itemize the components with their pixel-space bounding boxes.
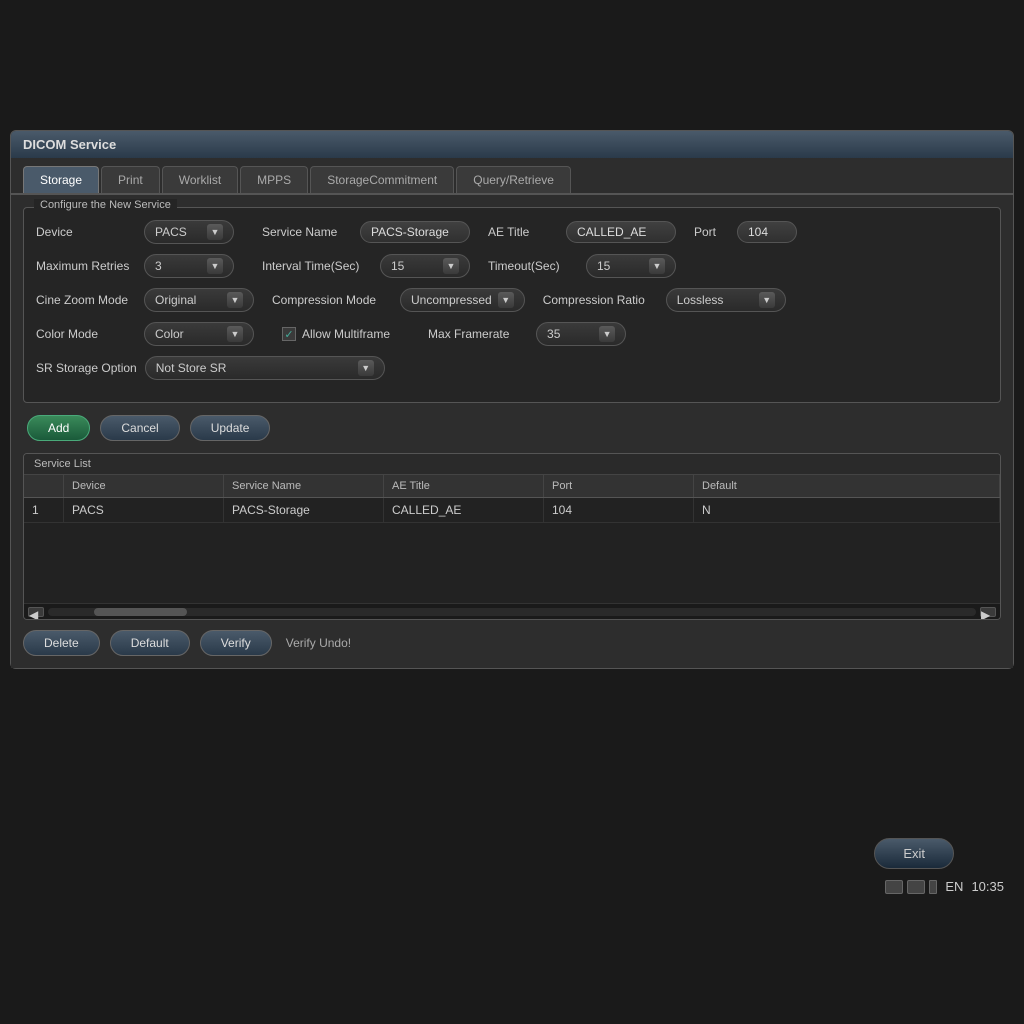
content-area: Configure the New Service Device PACS ▼ … [11, 195, 1013, 668]
horizontal-scrollbar[interactable]: ◀ ▶ [24, 603, 1000, 619]
device-value: PACS [155, 225, 187, 239]
col-service-name: Service Name [224, 475, 384, 497]
form-row-5: SR Storage Option Not Store SR ▼ [36, 356, 988, 380]
cine-zoom-arrow: ▼ [227, 292, 243, 308]
tab-storage[interactable]: Storage [23, 166, 99, 193]
row-device: PACS [64, 498, 224, 522]
table-row[interactable]: 1 PACS PACS-Storage CALLED_AE 104 N [24, 498, 1000, 523]
color-mode-label: Color Mode [36, 327, 136, 341]
bottom-buttons: Delete Default Verify Verify Undo! [23, 630, 1001, 656]
sr-storage-arrow: ▼ [358, 360, 374, 376]
update-button[interactable]: Update [190, 415, 271, 441]
status-time: 10:35 [971, 879, 1004, 894]
service-list-section: Service List Device Service Name AE Titl… [23, 453, 1001, 620]
col-device: Device [64, 475, 224, 497]
scroll-right-btn[interactable]: ▶ [980, 607, 996, 617]
form-row-1: Device PACS ▼ Service Name PACS-Storage … [36, 220, 988, 244]
max-retries-arrow: ▼ [207, 258, 223, 274]
tab-queryretrieve[interactable]: Query/Retrieve [456, 166, 571, 193]
interval-time-label: Interval Time(Sec) [262, 259, 372, 273]
device-dropdown-arrow: ▼ [207, 224, 223, 240]
form-row-2: Maximum Retries 3 ▼ Interval Time(Sec) 1… [36, 254, 988, 278]
device-label: Device [36, 225, 136, 239]
compression-mode-dropdown[interactable]: Uncompressed ▼ [400, 288, 525, 312]
default-button[interactable]: Default [110, 630, 190, 656]
row-service-name: PACS-Storage [224, 498, 384, 522]
row-ae-title: CALLED_AE [384, 498, 544, 522]
color-mode-arrow: ▼ [227, 326, 243, 342]
status-lang: EN [945, 879, 963, 894]
scrollbar-thumb[interactable] [94, 608, 187, 616]
port-label: Port [694, 225, 729, 239]
exit-button[interactable]: Exit [874, 838, 954, 869]
monitor-icon [907, 880, 925, 894]
form-row-4: Color Mode Color ▼ ✓ Allow Multiframe Ma… [36, 322, 988, 346]
delete-button[interactable]: Delete [23, 630, 100, 656]
tab-storagecommitment[interactable]: StorageCommitment [310, 166, 454, 193]
compression-ratio-arrow: ▼ [759, 292, 775, 308]
configure-section: Configure the New Service Device PACS ▼ … [23, 207, 1001, 403]
max-retries-label: Maximum Retries [36, 259, 136, 273]
timeout-dropdown[interactable]: 15 ▼ [586, 254, 676, 278]
verify-undo-text: Verify Undo! [286, 636, 351, 650]
ae-title-label: AE Title [488, 225, 558, 239]
compression-ratio-label: Compression Ratio [543, 293, 658, 307]
row-num: 1 [24, 498, 64, 522]
verify-button[interactable]: Verify [200, 630, 272, 656]
scroll-left-btn[interactable]: ◀ [28, 607, 44, 617]
cine-zoom-dropdown[interactable]: Original ▼ [144, 288, 254, 312]
col-default: Default [694, 475, 1000, 497]
row-default: N [694, 498, 1000, 522]
main-window: DICOM Service Storage Print Worklist MPP… [10, 130, 1014, 669]
allow-multiframe-label: Allow Multiframe [302, 327, 390, 341]
tab-bar: Storage Print Worklist MPPS StorageCommi… [11, 158, 1013, 195]
timeout-arrow: ▼ [649, 258, 665, 274]
col-ae-title: AE Title [384, 475, 544, 497]
col-num [24, 475, 64, 497]
interval-time-arrow: ▼ [443, 258, 459, 274]
max-framerate-label: Max Framerate [428, 327, 528, 341]
cine-zoom-label: Cine Zoom Mode [36, 293, 136, 307]
cancel-button[interactable]: Cancel [100, 415, 179, 441]
configure-section-title: Configure the New Service [34, 199, 177, 211]
tab-worklist[interactable]: Worklist [162, 166, 238, 193]
table-empty-area [24, 523, 1000, 603]
title-text: DICOM Service [23, 137, 116, 152]
battery-icon [929, 880, 937, 894]
port-input[interactable]: 104 [737, 221, 797, 243]
status-icons [885, 880, 937, 894]
max-framerate-dropdown[interactable]: 35 ▼ [536, 322, 626, 346]
allow-multiframe-wrap: ✓ Allow Multiframe [282, 327, 390, 341]
tab-print[interactable]: Print [101, 166, 160, 193]
color-mode-dropdown[interactable]: Color ▼ [144, 322, 254, 346]
sr-storage-dropdown[interactable]: Not Store SR ▼ [145, 356, 385, 380]
network-icon [885, 880, 903, 894]
action-buttons: Add Cancel Update [23, 415, 1001, 441]
compression-mode-arrow: ▼ [498, 292, 514, 308]
service-name-label: Service Name [262, 225, 352, 239]
status-bar: EN 10:35 [885, 879, 1004, 894]
device-dropdown[interactable]: PACS ▼ [144, 220, 234, 244]
allow-multiframe-checkbox[interactable]: ✓ [282, 327, 296, 341]
table-header: Device Service Name AE Title Port Defaul… [24, 475, 1000, 498]
sr-storage-label: SR Storage Option [36, 361, 137, 375]
compression-ratio-dropdown[interactable]: Lossless ▼ [666, 288, 786, 312]
window-title: DICOM Service [11, 131, 1013, 158]
max-retries-dropdown[interactable]: 3 ▼ [144, 254, 234, 278]
interval-time-dropdown[interactable]: 15 ▼ [380, 254, 470, 278]
service-list-title: Service List [24, 454, 1000, 475]
col-port: Port [544, 475, 694, 497]
scrollbar-track[interactable] [48, 608, 976, 616]
service-name-input[interactable]: PACS-Storage [360, 221, 470, 243]
compression-mode-label: Compression Mode [272, 293, 392, 307]
timeout-label: Timeout(Sec) [488, 259, 578, 273]
ae-title-input[interactable]: CALLED_AE [566, 221, 676, 243]
form-row-3: Cine Zoom Mode Original ▼ Compression Mo… [36, 288, 988, 312]
row-port: 104 [544, 498, 694, 522]
add-button[interactable]: Add [27, 415, 90, 441]
max-framerate-arrow: ▼ [599, 326, 615, 342]
tab-mpps[interactable]: MPPS [240, 166, 308, 193]
